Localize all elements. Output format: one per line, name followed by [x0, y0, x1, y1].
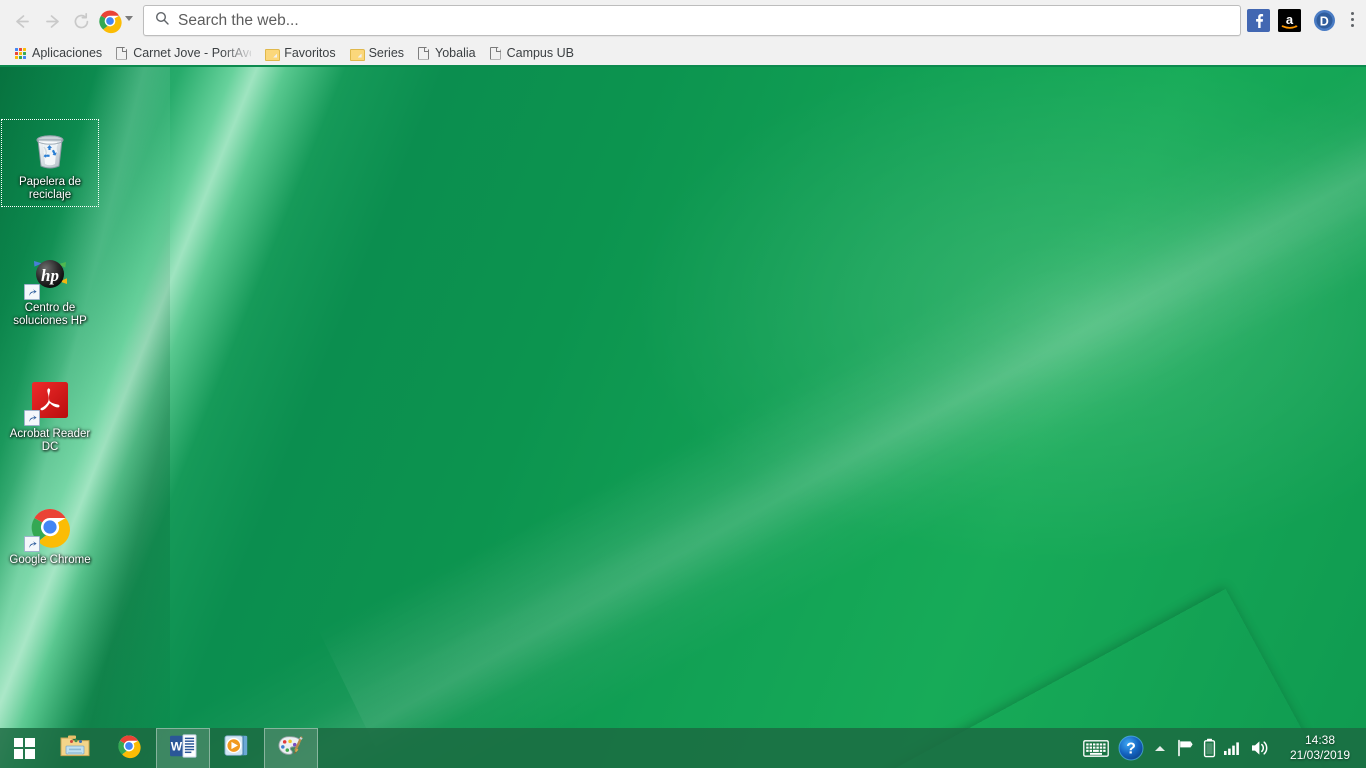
back-button[interactable]: [8, 8, 34, 34]
bookmark-campus-ub[interactable]: Campus UB: [483, 42, 581, 64]
shortcut-arrow-icon: [24, 284, 40, 300]
d-extension-icon[interactable]: D: [1313, 9, 1336, 32]
svg-text:W: W: [171, 740, 183, 754]
apps-grid-icon: [15, 47, 26, 59]
taskbar-item-microsoft-word[interactable]: W: [156, 728, 210, 768]
page-icon: [490, 46, 501, 60]
bookmarks-bar: Aplicaciones Carnet Jove - PortAventura …: [0, 41, 1366, 65]
desktop-icon-centro-de-soluciones-hp[interactable]: hp Centro de soluciones HP: [2, 246, 98, 332]
bookmark-label: Carnet Jove - PortAventura: [133, 46, 251, 60]
desktop-icon-label: Papelera de reciclaje: [18, 176, 82, 201]
bookmark-label: Series: [368, 46, 405, 60]
chrome-logo-icon[interactable]: [96, 7, 124, 35]
bookmark-carnet-jove[interactable]: Carnet Jove - PortAventura: [109, 42, 258, 64]
facebook-extension-icon[interactable]: [1247, 9, 1270, 32]
taskbar-item-file-explorer[interactable]: [48, 728, 102, 768]
speaker-icon[interactable]: [1246, 728, 1274, 768]
bookmark-series[interactable]: Series: [343, 42, 411, 64]
shortcut-arrow-icon: [24, 536, 40, 552]
bookmark-label: Aplicaciones: [32, 46, 103, 60]
search-input[interactable]: [178, 7, 1198, 34]
start-button[interactable]: [0, 728, 48, 768]
word-icon: W: [169, 733, 197, 764]
taskbar-item-windows-media-player[interactable]: [210, 728, 264, 768]
file-explorer-icon: [60, 733, 90, 764]
desktop-icon-grid: Papelera de reciclaje hp Centro de soluc…: [0, 119, 100, 611]
page-icon: [418, 46, 430, 60]
chevron-up-icon[interactable]: [1148, 728, 1172, 768]
chevron-down-icon[interactable]: [125, 16, 133, 21]
keyboard-icon[interactable]: [1078, 728, 1114, 768]
svg-text:?: ?: [1126, 741, 1136, 758]
reload-button[interactable]: [68, 8, 94, 34]
folder-icon: [349, 48, 365, 61]
bookmark-yobalia[interactable]: Yobalia: [411, 42, 483, 64]
browser-toolbar: a D: [0, 0, 1366, 67]
desktop-icon-acrobat-reader-dc[interactable]: Acrobat Reader DC: [2, 372, 98, 458]
paint-icon: [277, 733, 305, 764]
forward-button[interactable]: [40, 8, 66, 34]
navigation-row: a D: [0, 0, 1366, 41]
chrome-icon: [24, 503, 74, 552]
desktop-surface[interactable]: Papelera de reciclaje hp Centro de soluc…: [0, 67, 1366, 768]
hp-solution-center-icon: hp: [24, 251, 74, 300]
desktop-icon-label: Acrobat Reader DC: [9, 428, 91, 453]
desktop-icon-label: Google Chrome: [9, 554, 91, 566]
wallpaper-secondary-sheen: [110, 67, 1366, 768]
clock-date: 21/03/2019: [1289, 748, 1351, 762]
flag-icon[interactable]: [1172, 728, 1198, 768]
bookmark-label: Favoritos: [284, 46, 336, 60]
battery-icon[interactable]: [1198, 728, 1220, 768]
media-player-icon: [223, 733, 251, 764]
bookmark-label: Campus UB: [506, 46, 574, 60]
chrome-menu-button[interactable]: [1344, 9, 1360, 33]
desktop-icon-label: Centro de soluciones HP: [13, 302, 87, 327]
clock[interactable]: 14:38 21/03/2019: [1274, 728, 1366, 768]
folder-icon: [265, 48, 281, 61]
desktop-icon-google-chrome[interactable]: Google Chrome: [2, 498, 98, 571]
desktop-icon-papelera-de-reciclaje[interactable]: Papelera de reciclaje: [1, 119, 99, 207]
svg-text:D: D: [1320, 14, 1329, 28]
amazon-extension-icon[interactable]: a: [1278, 9, 1301, 32]
search-box[interactable]: [143, 5, 1241, 36]
taskbar-item-paint[interactable]: [264, 728, 318, 768]
acrobat-reader-icon: [24, 377, 74, 426]
system-tray: ? 14:38 21/03/2019: [1078, 728, 1366, 768]
page-icon: [116, 46, 128, 60]
taskbar-item-google-chrome[interactable]: [102, 728, 156, 768]
bookmark-favoritos[interactable]: Favoritos: [258, 42, 342, 64]
question-mark-icon[interactable]: ?: [1114, 728, 1148, 768]
taskbar: W ? 14:38 21/03/2019: [0, 728, 1366, 768]
search-icon: [155, 11, 169, 30]
shortcut-arrow-icon: [24, 410, 40, 426]
chrome-icon: [115, 732, 143, 765]
recycle-bin-icon: [26, 125, 74, 173]
bookmark-aplicaciones[interactable]: Aplicaciones: [8, 42, 109, 64]
signal-bars-icon[interactable]: [1220, 728, 1246, 768]
wallpaper-gloss-highlight: [0, 67, 1366, 768]
windows-logo-icon: [13, 737, 35, 759]
three-dots-vertical-icon: [1350, 12, 1354, 15]
svg-text:hp: hp: [41, 266, 59, 285]
bookmark-label: Yobalia: [435, 46, 476, 60]
clock-time: 14:38: [1304, 733, 1336, 747]
svg-text:a: a: [1286, 12, 1294, 27]
